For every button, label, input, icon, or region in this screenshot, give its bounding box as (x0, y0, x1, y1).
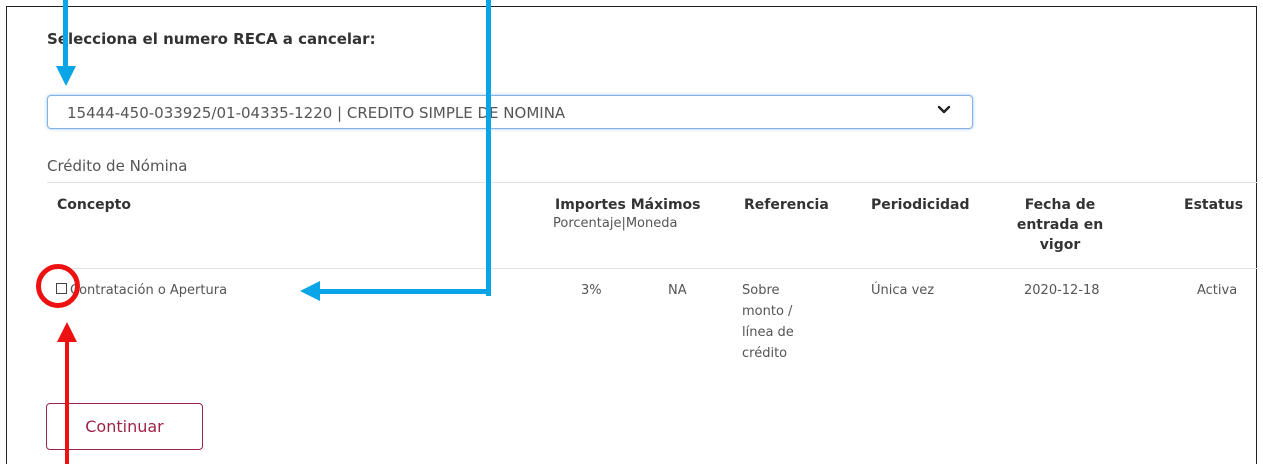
cell-moneda: NA (668, 283, 687, 298)
header-importes: Importes Máximos (555, 197, 701, 213)
continue-button[interactable]: Continuar (46, 403, 203, 450)
arrow-up-icon (57, 322, 77, 342)
cell-porcentaje: 3% (581, 283, 602, 298)
section-title: Crédito de Nómina (47, 157, 188, 175)
cell-periodicidad: Única vez (871, 283, 935, 298)
chevron-down-icon (937, 105, 951, 114)
header-estatus: Estatus (1184, 197, 1244, 213)
cell-estatus: Activa (1197, 283, 1238, 298)
annotation-line (486, 0, 491, 296)
header-periodicidad: Periodicidad (871, 197, 970, 213)
annotation-line (65, 340, 69, 464)
annotation-line (63, 0, 68, 70)
header-importes-sub: Porcentaje|Moneda (553, 216, 678, 231)
divider (47, 268, 1257, 269)
header-referencia: Referencia (744, 197, 829, 213)
reca-select[interactable]: 15444-450-033925/01-04335-1220 | CREDITO… (47, 95, 973, 129)
arrow-left-icon (300, 281, 320, 301)
arrow-down-icon (56, 66, 76, 86)
page-title: Selecciona el numero RECA a cancelar: (47, 30, 376, 48)
header-fecha: Fecha de entrada en vigor (1016, 197, 1104, 253)
divider (47, 182, 1257, 183)
annotation-line (318, 289, 491, 294)
highlight-circle (36, 264, 80, 308)
header-concepto: Concepto (57, 197, 131, 213)
cell-concepto: Contratación o Apertura (70, 283, 228, 298)
cell-referencia: Sobre monto / línea de crédito (742, 283, 794, 361)
cell-fecha: 2020-12-18 (1024, 283, 1100, 298)
